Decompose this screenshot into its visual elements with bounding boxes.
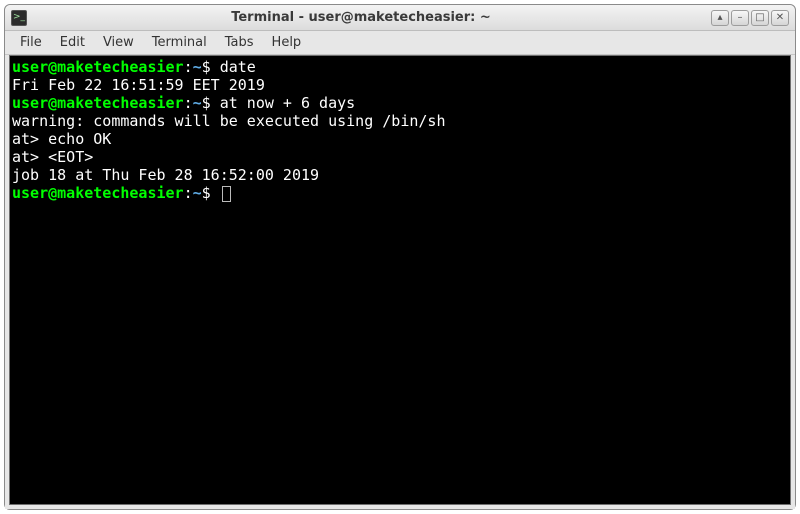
prompt-sep: :: [184, 184, 193, 202]
menu-help[interactable]: Help: [263, 32, 311, 53]
cmd-at: at now + 6 days: [220, 94, 355, 112]
window-controls: ▴ – □ ✕: [711, 10, 789, 26]
output-warning: warning: commands will be executed using…: [12, 112, 445, 130]
menu-terminal[interactable]: Terminal: [143, 32, 216, 53]
prompt-sep: :: [184, 58, 193, 76]
output-at-eot: at> <EOT>: [12, 148, 93, 166]
menu-edit[interactable]: Edit: [51, 32, 94, 53]
maximize-button[interactable]: □: [751, 10, 769, 26]
prompt-sym: $: [202, 58, 211, 76]
output-date: Fri Feb 22 16:51:59 EET 2019: [12, 76, 265, 94]
minimize-button[interactable]: –: [731, 10, 749, 26]
prompt-sep: :: [184, 94, 193, 112]
output-job: job 18 at Thu Feb 28 16:52:00 2019: [12, 166, 319, 184]
prompt-userhost: user@maketecheasier: [12, 94, 184, 112]
terminal-window: >_ Terminal - user@maketecheasier: ~ ▴ –…: [4, 4, 796, 510]
shade-button[interactable]: ▴: [711, 10, 729, 26]
prompt-userhost: user@maketecheasier: [12, 58, 184, 76]
menu-view[interactable]: View: [94, 32, 143, 53]
window-title: Terminal - user@maketecheasier: ~: [11, 10, 711, 25]
titlebar[interactable]: >_ Terminal - user@maketecheasier: ~ ▴ –…: [5, 5, 795, 31]
prompt-path: ~: [193, 94, 202, 112]
terminal-wrap: user@maketecheasier:~$ date Fri Feb 22 1…: [5, 55, 795, 509]
cursor-icon: [222, 186, 231, 202]
prompt-sym: $: [202, 94, 211, 112]
terminal-area[interactable]: user@maketecheasier:~$ date Fri Feb 22 1…: [9, 55, 791, 505]
menubar: File Edit View Terminal Tabs Help: [5, 31, 795, 55]
cmd-date: date: [220, 58, 256, 76]
close-button[interactable]: ✕: [771, 10, 789, 26]
prompt-sym: $: [202, 184, 211, 202]
prompt-path: ~: [193, 184, 202, 202]
output-at-echo: at> echo OK: [12, 130, 111, 148]
prompt-userhost: user@maketecheasier: [12, 184, 184, 202]
menu-tabs[interactable]: Tabs: [216, 32, 263, 53]
prompt-path: ~: [193, 58, 202, 76]
menu-file[interactable]: File: [11, 32, 51, 53]
